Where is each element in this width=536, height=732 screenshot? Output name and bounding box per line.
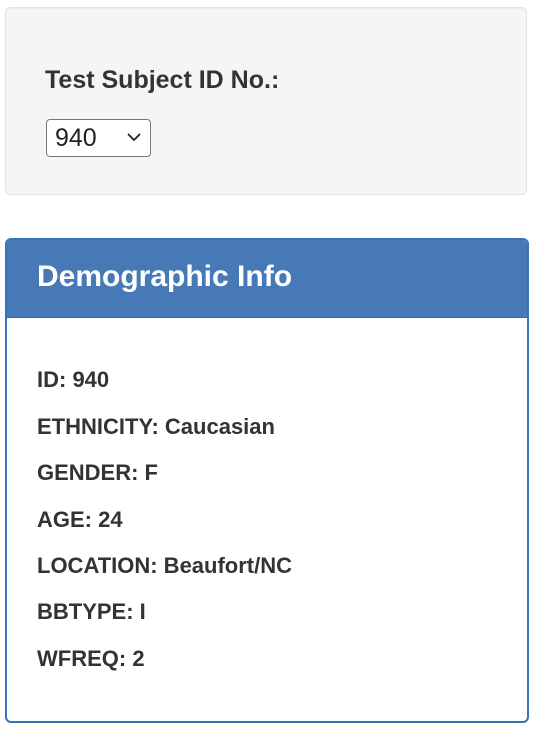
chevron-down-icon [127, 133, 141, 142]
subject-id-selected-value: 940 [55, 124, 97, 152]
info-age: AGE: 24 [37, 507, 123, 532]
panel-title: Demographic Info [37, 260, 293, 293]
info-bbtype: BBTYPE: I [37, 599, 146, 624]
info-location: LOCATION: Beaufort/NC [37, 553, 293, 578]
info-wfreq: WFREQ: 2 [37, 646, 145, 671]
info-gender: GENDER: F [37, 460, 158, 485]
demographic-info-panel: Demographic Info ID: 940 ETHNICITY: Cauc… [5, 238, 529, 723]
panel-heading: Demographic Info [7, 240, 527, 318]
info-id: ID: 940 [37, 367, 110, 392]
info-ethnicity: ETHNICITY: Caucasian [37, 414, 275, 439]
subject-id-select[interactable]: 940 [46, 119, 151, 157]
subject-selector-well: Test Subject ID No.: 940 [5, 7, 527, 195]
subject-id-label: Test Subject ID No.: [45, 66, 280, 94]
